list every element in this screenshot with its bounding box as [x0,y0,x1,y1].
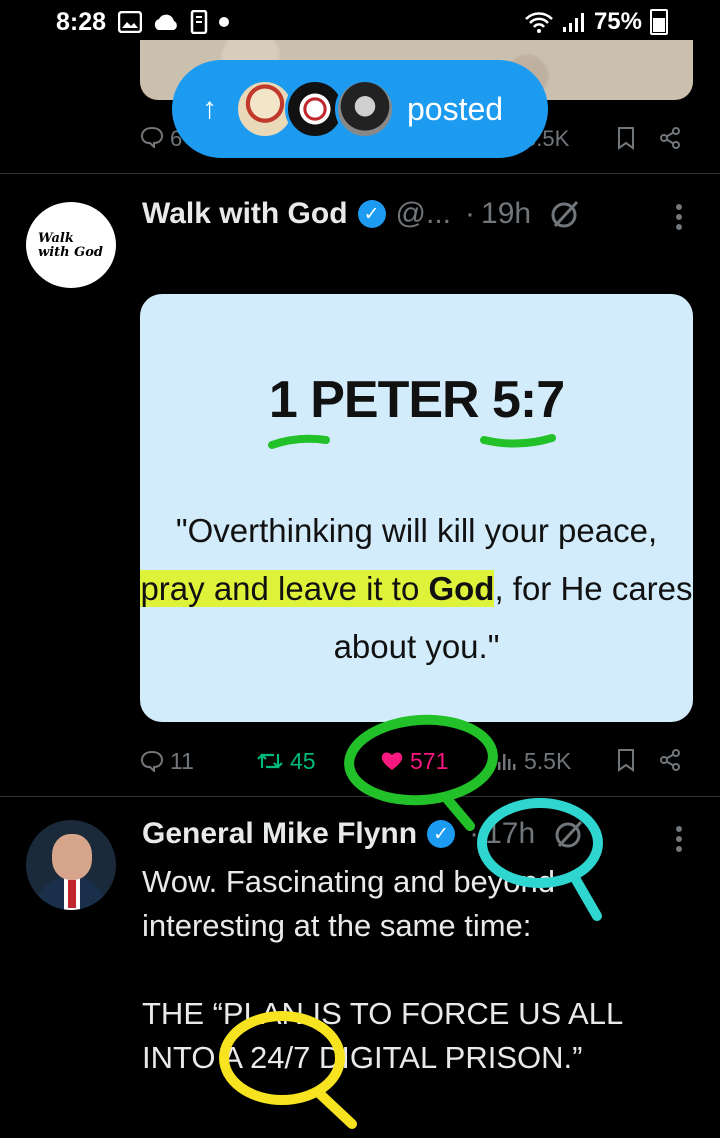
green-circle-annotation [344,714,498,831]
yellow-circle-annotation [219,1011,357,1129]
annotation-overlay [219,714,603,1129]
cyan-circle-annotation [477,798,603,921]
